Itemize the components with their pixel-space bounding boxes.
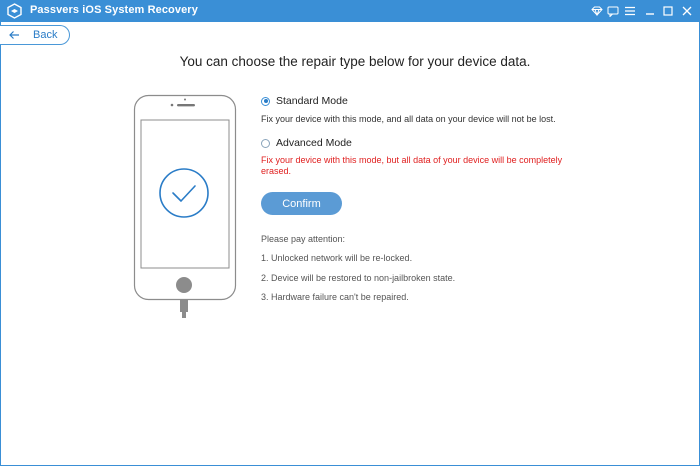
standard-mode-radio[interactable] xyxy=(261,96,270,106)
window-frame xyxy=(0,22,700,466)
attention-title: Please pay attention: xyxy=(261,234,346,244)
note-item: 1. Unlocked network will be re-locked. xyxy=(261,253,413,263)
advanced-mode-radio[interactable] xyxy=(261,138,270,148)
standard-mode-option[interactable]: Standard Mode xyxy=(261,95,348,107)
back-button[interactable]: Back xyxy=(0,25,70,45)
app-title: Passvers iOS System Recovery xyxy=(30,4,198,16)
maximize-icon[interactable] xyxy=(660,3,676,19)
standard-mode-label: Standard Mode xyxy=(276,95,348,107)
back-label: Back xyxy=(33,29,58,41)
minimize-icon[interactable] xyxy=(642,3,658,19)
note-item: 2. Device will be restored to non-jailbr… xyxy=(261,273,456,283)
close-icon[interactable] xyxy=(679,3,695,19)
page-heading: You can choose the repair type below for… xyxy=(179,54,531,69)
advanced-mode-warning: Fix your device with this mode, but all … xyxy=(261,155,563,176)
diamond-icon[interactable] xyxy=(589,3,605,19)
title-bar: Passvers iOS System Recovery xyxy=(0,0,700,22)
advanced-mode-option[interactable]: Advanced Mode xyxy=(261,137,352,149)
confirm-button[interactable]: Confirm xyxy=(261,192,342,215)
menu-icon[interactable] xyxy=(622,3,638,19)
arrow-left-icon xyxy=(9,31,19,39)
phone-illustration xyxy=(133,94,237,318)
note-item: 3. Hardware failure can't be repaired. xyxy=(261,292,409,302)
standard-mode-description: Fix your device with this mode, and all … xyxy=(261,114,556,124)
app-logo-icon xyxy=(7,3,22,19)
chat-icon[interactable] xyxy=(605,3,621,19)
advanced-mode-label: Advanced Mode xyxy=(276,137,352,149)
